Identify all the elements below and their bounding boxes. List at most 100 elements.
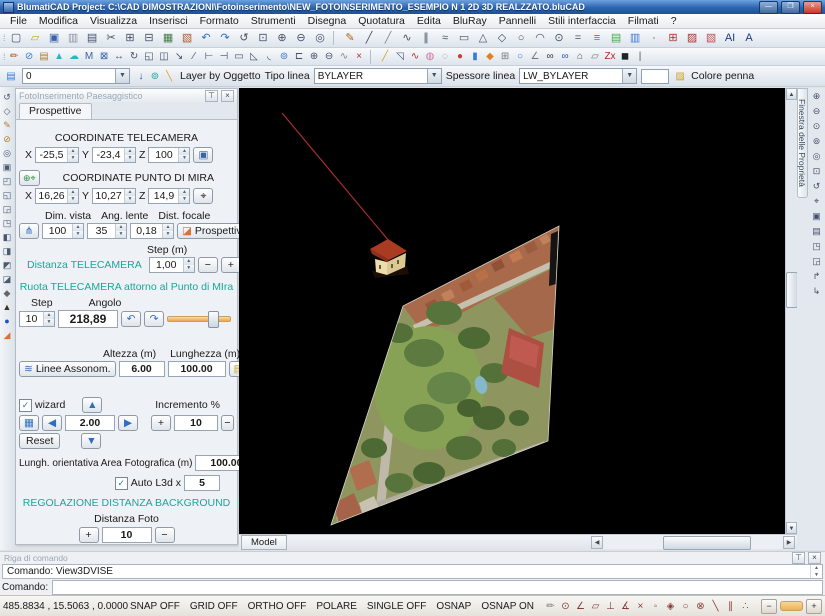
auto-l3d-checkbox[interactable]: ✓ — [115, 477, 128, 490]
views-icon[interactable]: ▣ — [1, 160, 14, 174]
menu-item[interactable]: BluRay — [447, 15, 493, 27]
dim-vista-field[interactable]: 100▲▼ — [42, 223, 84, 239]
undo-icon[interactable]: ↶ — [197, 30, 216, 46]
angolo-field[interactable]: 218,89 — [58, 310, 118, 328]
spline-icon[interactable]: ≈ — [436, 30, 455, 46]
walk-icon[interactable]: ▲ — [1, 300, 14, 314]
move-down-button[interactable]: ▼ — [81, 433, 101, 449]
save-icon[interactable]: ▣ — [45, 30, 64, 46]
spinner[interactable]: ▲▼ — [43, 312, 54, 326]
print-icon[interactable]: ▤ — [83, 30, 102, 46]
redo-icon[interactable]: ↷ — [216, 30, 235, 46]
zoom-dynamic-icon[interactable]: ⊖ — [809, 104, 824, 119]
view-sw-iso-icon[interactable]: ◩ — [1, 258, 14, 272]
zoom-all-icon[interactable]: ⊖ — [322, 49, 337, 65]
block-insert-icon[interactable]: ▥ — [626, 30, 645, 46]
paste-special-icon[interactable]: ▧ — [178, 30, 197, 46]
altezza-field[interactable]: 6.00 — [119, 361, 165, 377]
spinner[interactable]: ▲▼ — [183, 258, 194, 272]
menu-item[interactable]: Strumenti — [245, 15, 302, 27]
layer-stack-icon[interactable]: ▤ — [4, 71, 18, 82]
history-scrollbar[interactable]: ▲▼ — [810, 565, 822, 578]
close-icon[interactable]: × — [808, 552, 821, 564]
status-toggle[interactable]: SNAP OFF — [125, 601, 185, 612]
scrollbar-thumb[interactable] — [663, 536, 751, 550]
pin-icon[interactable]: ⊤ — [792, 552, 805, 564]
move-left-button[interactable]: ◀ — [42, 415, 62, 431]
view-se-iso-icon[interactable]: ◪ — [1, 272, 14, 286]
mira-z-field[interactable]: 14,9▲▼ — [148, 188, 190, 204]
polygon-icon[interactable]: △ — [474, 30, 493, 46]
command-history[interactable]: Comando: View3DVISE ▲▼ — [2, 564, 823, 579]
spinner[interactable]: ▲▼ — [178, 189, 189, 203]
arc-icon[interactable]: ◠ — [531, 30, 550, 46]
layer-image-icon[interactable]: ▤ — [37, 49, 52, 65]
zoom-in-icon[interactable]: ⊕ — [273, 30, 292, 46]
toolbar-handle[interactable]: ⁞ — [3, 33, 5, 43]
wizard-checkbox[interactable]: ✓ — [19, 399, 32, 412]
view-top-icon[interactable]: ◰ — [1, 174, 14, 188]
osnap-track-icon[interactable]: ∴ — [738, 601, 753, 612]
house-model[interactable] — [370, 239, 409, 278]
menu-item[interactable]: Filmati — [622, 15, 665, 27]
osnap-tangent-icon[interactable]: ⊗ — [693, 601, 708, 612]
ellipse-icon[interactable]: ⊙ — [550, 30, 569, 46]
move-right-button[interactable]: ▶ — [118, 415, 138, 431]
chevron-down-icon[interactable]: ▼ — [427, 69, 441, 83]
view-left-icon[interactable]: ◲ — [1, 202, 14, 216]
layer-previous-icon[interactable]: ↓ — [134, 71, 148, 82]
status-toggle[interactable]: OSNAP — [431, 601, 476, 612]
menu-item[interactable]: Pannelli — [493, 15, 542, 27]
sketch-view-icon[interactable]: ✎ — [1, 118, 14, 132]
status-toggle[interactable]: SINGLE OFF — [362, 601, 431, 612]
layer-states-icon[interactable]: ⊚ — [148, 71, 162, 82]
menu-item[interactable]: Formato — [194, 15, 245, 27]
status-toggle[interactable]: OSNAP ON — [476, 601, 539, 612]
menu-item[interactable]: Visualizza — [84, 15, 143, 27]
osnap-center-icon[interactable]: ⊙ — [558, 601, 573, 612]
new-file-icon[interactable]: ▢ — [7, 30, 26, 46]
minimize-button[interactable]: — — [759, 1, 778, 14]
osnap-node-icon[interactable]: ◦ — [648, 601, 663, 612]
wizard-step-field[interactable]: 2.00 — [65, 415, 115, 431]
copy-view-icon[interactable]: ▣ — [809, 209, 824, 224]
multiline-icon[interactable]: ≡ — [588, 30, 607, 46]
rectangle-icon[interactable]: ▭ — [455, 30, 474, 46]
status-toggle[interactable]: ORTHO OFF — [243, 601, 312, 612]
menu-item[interactable]: File — [4, 15, 33, 27]
spinner[interactable]: ▲▼ — [72, 224, 83, 238]
dist-focale-field[interactable]: 0,18▲▼ — [130, 223, 174, 239]
command-input[interactable] — [52, 580, 823, 595]
protractor-icon[interactable]: ∠ — [528, 49, 543, 65]
tab-model[interactable]: Model — [241, 535, 287, 550]
spinner[interactable]: ▲▼ — [124, 148, 135, 162]
menu-item[interactable]: ? — [665, 15, 683, 27]
tab-prospettive[interactable]: Prospettive — [19, 103, 92, 119]
menu-item[interactable]: Stili interfaccia — [542, 15, 622, 27]
menu-item[interactable]: Modifica — [33, 15, 84, 27]
box-3d-icon[interactable]: ⊠ — [97, 49, 112, 65]
named-views-icon[interactable]: ▤ — [809, 224, 824, 239]
text-icon[interactable]: A — [740, 30, 759, 46]
chevron-down-icon[interactable]: ▼ — [622, 69, 636, 83]
perspective-view-icon[interactable]: ◢ — [1, 328, 14, 342]
camera-position-icon[interactable]: ● — [1, 314, 14, 328]
hatch-icon[interactable]: ▨ — [683, 30, 702, 46]
sketch-icon[interactable]: ✎ — [341, 30, 360, 46]
fillet-icon[interactable]: ◟ — [262, 49, 277, 65]
chevron-down-icon[interactable]: ▼ — [115, 69, 129, 83]
distanza-foto-field[interactable]: 10 — [102, 527, 152, 543]
settings-button[interactable]: ⋔ — [19, 223, 39, 239]
view-bottom-icon[interactable]: ◱ — [1, 188, 14, 202]
camera-x-field[interactable]: -25,5▲▼ — [35, 147, 79, 163]
rotate-cw-button[interactable]: ↷ — [144, 311, 164, 327]
pentagon-icon[interactable]: ◇ — [493, 30, 512, 46]
camera-view-button[interactable]: ▣ — [193, 147, 213, 163]
cube-icon[interactable]: ◼ — [618, 49, 633, 65]
glasses-dark-icon[interactable]: ∞ — [543, 49, 558, 65]
foto-minus-button[interactable]: − — [155, 527, 175, 543]
tipo-linea-select[interactable]: BYLAYER ▼ — [314, 68, 442, 84]
break-icon[interactable]: ⊣ — [217, 49, 232, 65]
viewport-two-icon[interactable]: ◲ — [809, 254, 824, 269]
gradient-icon[interactable]: ▧ — [702, 30, 721, 46]
